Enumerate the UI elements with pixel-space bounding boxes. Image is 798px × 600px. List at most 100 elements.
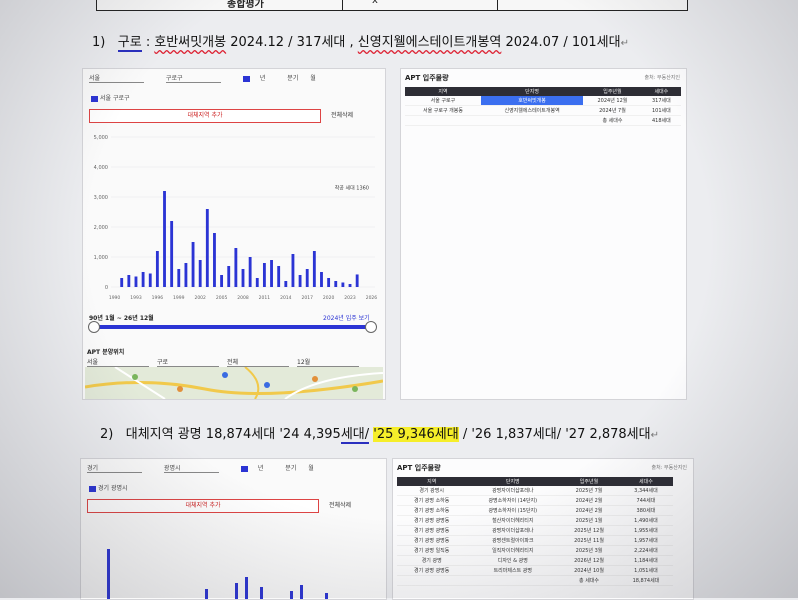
table-cell: 1,955세대: [618, 525, 673, 536]
table-title: APT 입주물량: [405, 74, 449, 82]
table-row[interactable]: 총 세대수 18,874세대: [397, 575, 673, 586]
column-header[interactable]: 단지명: [466, 477, 560, 486]
chart-bar: [341, 282, 345, 287]
location-select[interactable]: 구로: [157, 357, 219, 367]
period-slider[interactable]: [93, 325, 371, 329]
table-total-row: 총 세대수 418세대: [405, 115, 681, 126]
table-row[interactable]: 경기 광명 소하동 광명소하자이 (14단지) 2024년 2월 744세대: [397, 495, 673, 506]
district-select[interactable]: 구로구: [165, 75, 231, 83]
column-header[interactable]: 단지명: [480, 87, 584, 96]
chart-bar: [234, 248, 238, 287]
x-tick-label: 2011: [259, 295, 271, 301]
complex-name: 호반써밋개봉: [154, 35, 227, 50]
complex-info: 2024.07 / 101세대: [505, 35, 621, 50]
chart-panel-gwangmyeong: 경기 광명시 년 분기 월 경기 광명시 대체지역 추가 전체삭제: [80, 458, 387, 600]
table-divider: [342, 0, 343, 10]
y-tick-label: 4,000: [94, 165, 108, 171]
chart-bar: [184, 263, 188, 287]
chart-bar: [134, 276, 138, 287]
legend-month[interactable]: 월: [308, 465, 314, 472]
region-select[interactable]: 서울: [89, 75, 154, 83]
column-header[interactable]: 세대수: [618, 477, 673, 486]
table-row[interactable]: 경기 광명 일직동 일직자이더헤리티지 2025년 3월 2,224세대: [397, 545, 673, 556]
location-select[interactable]: 서울: [87, 357, 149, 367]
location-select[interactable]: 전체: [227, 357, 289, 367]
table-source: 출처: 부동산지인: [651, 465, 687, 471]
delete-all-button[interactable]: 전체삭제: [329, 500, 351, 509]
region-select[interactable]: 경기: [87, 465, 152, 473]
chart-bar: [107, 549, 110, 599]
column-header[interactable]: 지역: [405, 87, 481, 96]
table-row[interactable]: 경기 광명 광명동 광명센트럴아이파크 2025년 11월 1,957세대: [397, 535, 673, 546]
table-cell: 경기 광명 소하동: [397, 495, 467, 506]
column-header[interactable]: 세대수: [641, 87, 681, 96]
table-row[interactable]: 경기 광명 소하동 광명소하자이 (15단지) 2024년 2월 380세대: [397, 505, 673, 516]
table-row[interactable]: 서울 구로구 호반써밋개봉 2024년 12월 317세대: [405, 96, 681, 106]
chart-bar: [127, 275, 131, 287]
table-cell: 광명자이더샵포레나: [466, 486, 560, 496]
table-row[interactable]: 경기 광명 광명동 철산자이더헤리티지 2025년 1월 1,490세대: [397, 515, 673, 526]
table-cell: 1,957세대: [618, 535, 673, 546]
chart-bar: [320, 272, 323, 287]
x-tick-label: 1996: [152, 295, 164, 301]
section-number: 1): [92, 35, 106, 50]
slider-start-handle[interactable]: [88, 321, 100, 333]
table-cell: 2025년 11월: [559, 535, 619, 546]
column-header[interactable]: 입주년월: [583, 87, 642, 96]
location-select[interactable]: 12월: [297, 357, 359, 367]
slider-end-handle[interactable]: [365, 321, 377, 333]
section-number: 2): [100, 427, 114, 442]
add-region-button[interactable]: 대체지역 추가: [87, 499, 319, 513]
table-cell: 2024년 2월: [559, 495, 619, 506]
table-cell: 광명소하자이 (15단지): [466, 505, 560, 516]
table-row[interactable]: 서울 구로구 개봉동 신영지웰에스테이트개봉역 2024년 7월 101세대: [405, 105, 681, 116]
chart-annotation: 착공 세대 1360: [335, 185, 369, 192]
chart-bar: [298, 275, 302, 287]
supply-bar-chart: 0 1,000 2,000 3,000 4,000 5,000 1990 1993 1996 19…: [94, 135, 378, 301]
column-header[interactable]: 입주년월: [559, 477, 619, 486]
highlighted-year-units: '25 9,346세대: [373, 427, 459, 442]
apt-table-panel-gwangmyeong: APT 입주물량 출처: 부동산지인 지역 단지명 입주년월 세대수 경기 광명…: [392, 458, 694, 600]
complex-info: 2024.12 / 317세대 ,: [230, 35, 354, 50]
table-source: 출처: 부동산지인: [644, 75, 680, 81]
table-cell: [466, 575, 560, 586]
district-select[interactable]: 광명시: [163, 465, 229, 473]
chart-bar: [213, 233, 216, 287]
legend-year[interactable]: 년: [240, 465, 274, 472]
chart-bar: [198, 260, 202, 287]
table-cell: 3,344세대: [618, 486, 673, 496]
table-cell: 디자인 & 광명: [466, 555, 560, 566]
legend-month[interactable]: 월: [310, 75, 316, 82]
table-row[interactable]: 경기 광명 광명동 트리마제스트 광명 2024년 10월 1,051세대: [397, 565, 673, 576]
table-cell: 일직자이더헤리티지: [466, 545, 560, 556]
chart-bar: [205, 209, 209, 287]
table-cell: 18,874세대: [618, 575, 673, 586]
slider-link[interactable]: 2024년 입주 보기: [323, 313, 370, 322]
x-tick-label: 1990: [109, 295, 121, 301]
location-map[interactable]: [85, 367, 383, 399]
chart-bar: [255, 278, 259, 287]
chart-bar: [155, 251, 159, 287]
legend-quarter[interactable]: 분기: [287, 75, 298, 82]
table-row[interactable]: 경기 광명 광명동 광명자이더샵포레나 2025년 12월 1,955세대: [397, 525, 673, 536]
paragraph-mark: ↵: [650, 430, 659, 441]
section2-heading: 2) 대체지역 광명 18,874세대 '24 4,395세대/ '25 9,3…: [100, 423, 659, 444]
x-tick-label: 2020: [323, 295, 335, 301]
legend-year[interactable]: 년: [242, 75, 276, 82]
y-tick-label: 1,000: [94, 255, 108, 261]
chart-bar: [191, 242, 195, 287]
x-tick-label: 2023: [344, 295, 356, 301]
table-cell: 경기 광명 광명동: [397, 515, 467, 526]
table-row[interactable]: 경기 광명 디자인 & 광명 2026년 12월 1,184세대: [397, 555, 673, 566]
table-row[interactable]: 경기 광명시 광명자이더샵포레나 2025년 7월 3,344세대: [397, 486, 673, 496]
column-header[interactable]: 지역: [397, 477, 467, 486]
x-tick-label: 2005: [216, 295, 228, 301]
add-region-button[interactable]: 대체지역 추가: [89, 109, 321, 123]
chart-bar: [220, 275, 224, 287]
legend-quarter[interactable]: 분기: [285, 465, 296, 472]
table-cell: 광명소하자이 (14단지): [466, 495, 560, 506]
delete-all-button[interactable]: 전체삭제: [331, 110, 353, 119]
table-cell: 경기 광명: [397, 555, 467, 566]
table-cell: 380세대: [618, 505, 673, 516]
chart-bar: [177, 269, 181, 287]
